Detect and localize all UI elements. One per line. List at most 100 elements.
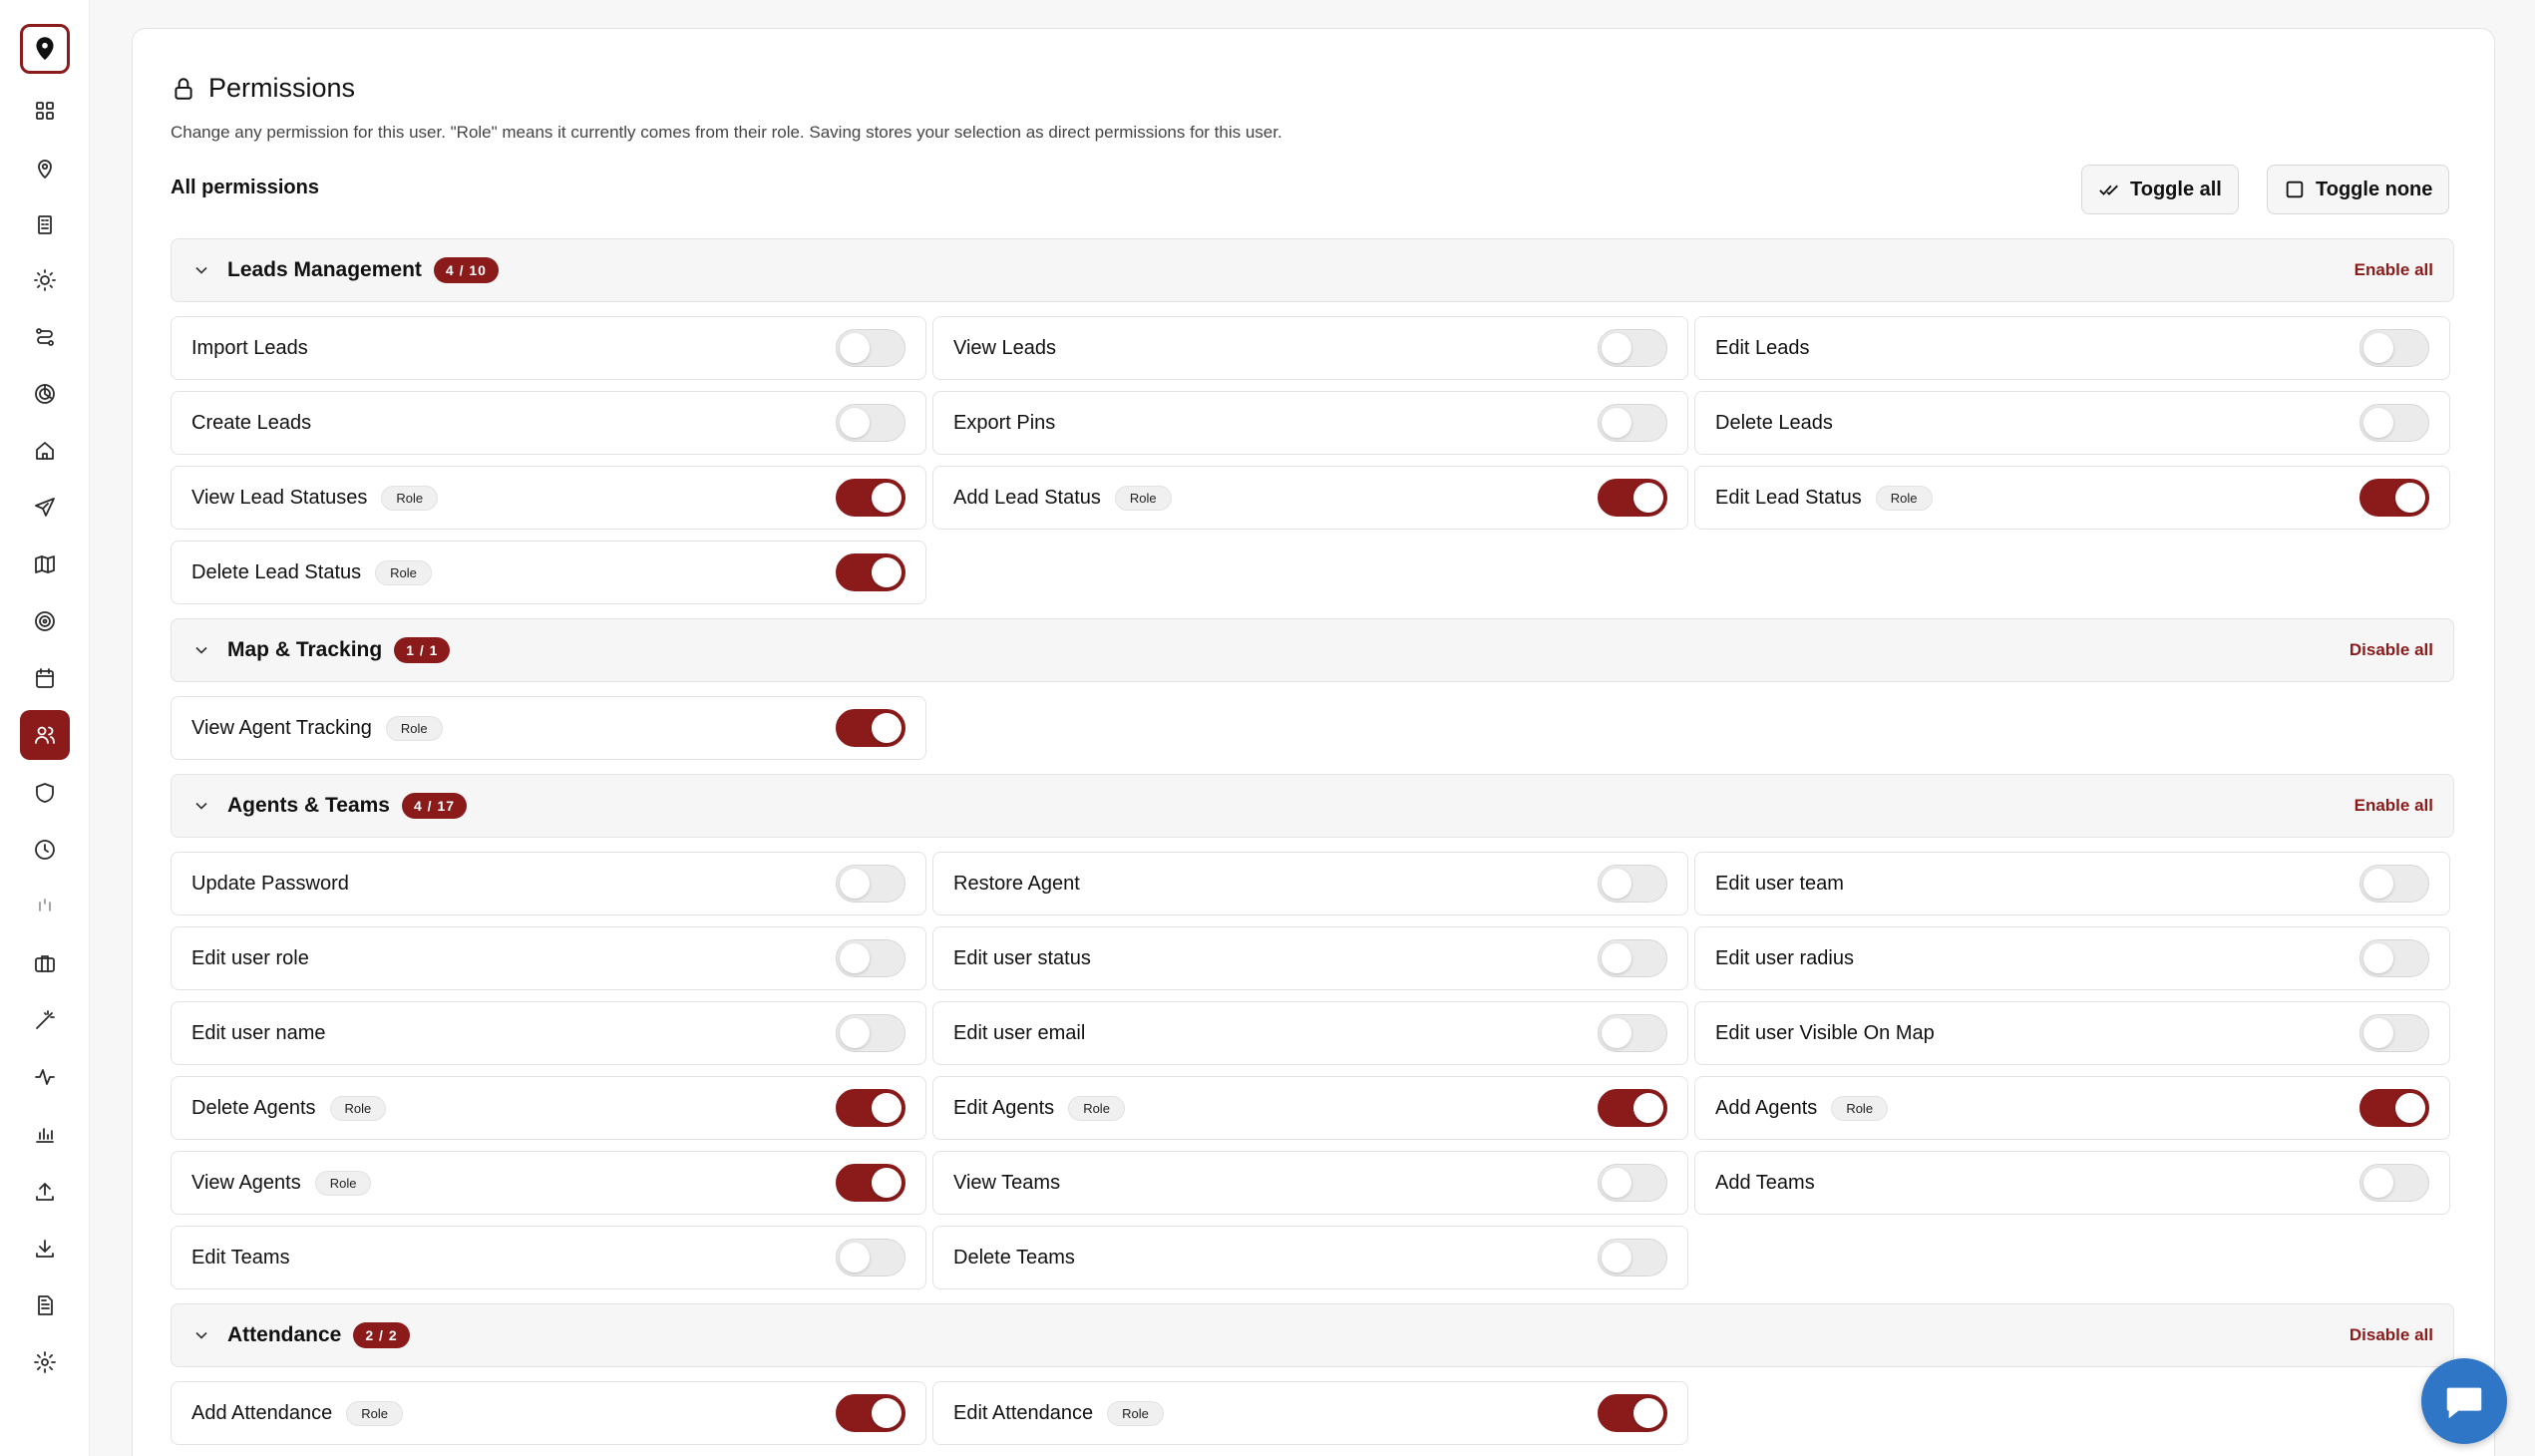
section-title: Attendance	[227, 1323, 342, 1346]
permission-label: Delete Leads	[1715, 411, 1833, 434]
toggle-knob	[1602, 1018, 1631, 1048]
permission-toggle[interactable]	[1598, 1014, 1667, 1052]
permissions-header: Permissions	[171, 73, 355, 104]
toggle-knob	[872, 483, 902, 513]
sidebar-item-settings[interactable]	[20, 1337, 70, 1387]
permission-toggle[interactable]	[836, 1394, 905, 1432]
sidebar-item-briefcase[interactable]	[20, 938, 70, 988]
toggle-all-label: Toggle all	[2130, 178, 2222, 200]
sidebar-item-target-spiral[interactable]	[20, 369, 70, 419]
sidebar-item-bar-chart[interactable]	[20, 1109, 70, 1159]
permission-row: Edit Leads	[1694, 316, 2450, 380]
clock-icon	[35, 840, 55, 860]
download-icon	[36, 1240, 54, 1258]
permission-label: Delete Teams	[953, 1246, 1075, 1269]
toggle-none-button[interactable]: Toggle none	[2267, 165, 2450, 214]
permission-toggle[interactable]	[836, 1014, 905, 1052]
sidebar-item-send[interactable]	[20, 483, 70, 533]
permission-toggle[interactable]	[1598, 939, 1667, 977]
permission-toggle[interactable]	[2359, 404, 2429, 442]
toggle-knob	[872, 1093, 902, 1123]
sidebar-item-calendar[interactable]	[20, 653, 70, 703]
section-toggle-link[interactable]: Enable all	[2354, 796, 2433, 816]
toggle-all-button[interactable]: Toggle all	[2081, 165, 2239, 214]
permission-toggle[interactable]	[836, 1089, 905, 1127]
toggle-knob	[2363, 333, 2393, 363]
toggle-knob	[2363, 1018, 2393, 1048]
permission-toggle[interactable]	[2359, 865, 2429, 903]
toggle-knob	[1602, 1168, 1631, 1198]
sidebar-item-route[interactable]	[20, 312, 70, 362]
permission-toggle[interactable]	[1598, 1239, 1667, 1276]
permission-row: View Lead Statuses Role	[171, 466, 926, 530]
permission-toggle[interactable]	[2359, 1089, 2429, 1127]
sidebar-item-upload[interactable]	[20, 1167, 70, 1217]
permission-toggle[interactable]	[1598, 865, 1667, 903]
permission-row: Delete Lead Status Role	[171, 541, 926, 604]
sidebar-item-home[interactable]	[20, 426, 70, 476]
permission-row: Delete Teams	[932, 1226, 1688, 1289]
sidebar-item-shield[interactable]	[20, 768, 70, 818]
permission-toggle[interactable]	[1598, 329, 1667, 367]
permission-row: View Agent Tracking Role	[171, 696, 926, 760]
permission-toggle[interactable]	[2359, 1014, 2429, 1052]
permission-label: Edit user team	[1715, 872, 1844, 895]
section-toggle-link[interactable]: Enable all	[2354, 260, 2433, 280]
permission-toggle[interactable]	[836, 329, 905, 367]
permission-toggle[interactable]	[836, 709, 905, 747]
toggle-knob	[1602, 408, 1631, 438]
permission-toggle[interactable]	[836, 404, 905, 442]
sidebar-item-bars-faded[interactable]	[20, 882, 70, 931]
permission-toggle[interactable]	[836, 939, 905, 977]
toggle-knob	[2363, 943, 2393, 973]
sidebar-item-target[interactable]	[20, 596, 70, 646]
section-header[interactable]: Agents & Teams 4 / 17 Enable all	[171, 774, 2454, 838]
sidebar-item-grid[interactable]	[20, 86, 70, 136]
role-badge: Role	[385, 715, 443, 741]
permission-toggle[interactable]	[836, 1239, 905, 1276]
sidebar-item-magic-wand[interactable]	[20, 995, 70, 1045]
permission-toggle[interactable]	[836, 553, 905, 591]
section-toggle-link[interactable]: Disable all	[2350, 640, 2433, 660]
permission-label: Edit user radius	[1715, 946, 1854, 969]
permission-toggle[interactable]	[2359, 479, 2429, 517]
permission-row: Add Agents Role	[1694, 1076, 2450, 1140]
sidebar-item-sun[interactable]	[20, 255, 70, 305]
section-toggle-link[interactable]: Disable all	[2350, 1325, 2433, 1345]
permission-toggle[interactable]	[1598, 1089, 1667, 1127]
sidebar-item-map-pin-logo[interactable]	[20, 24, 70, 74]
permission-toggle[interactable]	[2359, 1164, 2429, 1202]
permission-toggle[interactable]	[836, 479, 905, 517]
lock-icon	[175, 77, 192, 100]
sidebar-item-document[interactable]	[20, 1280, 70, 1330]
section-header[interactable]: Leads Management 4 / 10 Enable all	[171, 238, 2454, 302]
toggle-knob	[840, 869, 870, 899]
section-title: Agents & Teams	[227, 794, 390, 817]
section-header[interactable]: Attendance 2 / 2 Disable all	[171, 1303, 2454, 1367]
permission-label: Import Leads	[191, 336, 308, 359]
permission-toggle[interactable]	[2359, 939, 2429, 977]
sidebar-item-map[interactable]	[20, 540, 70, 589]
permission-toggle[interactable]	[1598, 404, 1667, 442]
sidebar-item-users[interactable]	[20, 710, 70, 760]
permission-row: Edit Lead Status Role	[1694, 466, 2450, 530]
sidebar-item-download[interactable]	[20, 1224, 70, 1274]
permission-toggle[interactable]	[836, 865, 905, 903]
chat-button[interactable]	[2421, 1358, 2507, 1444]
permission-toggle[interactable]	[836, 1164, 905, 1202]
toggle-knob	[872, 1398, 902, 1428]
sidebar-item-location[interactable]	[20, 144, 70, 193]
sidebar-item-clock[interactable]	[20, 825, 70, 875]
permission-toggle[interactable]	[2359, 329, 2429, 367]
permission-row: Create Leads	[171, 391, 926, 455]
permission-toggle[interactable]	[1598, 1164, 1667, 1202]
permission-label: View Agent Tracking	[191, 716, 372, 739]
permission-toggle[interactable]	[1598, 1394, 1667, 1432]
permission-row: Edit user radius	[1694, 926, 2450, 990]
permission-row: Delete Agents Role	[171, 1076, 926, 1140]
magic-wand-icon	[36, 1010, 55, 1029]
permission-toggle[interactable]	[1598, 479, 1667, 517]
sidebar-item-building[interactable]	[20, 199, 70, 249]
sidebar-item-activity[interactable]	[20, 1052, 70, 1102]
section-header[interactable]: Map & Tracking 1 / 1 Disable all	[171, 618, 2454, 682]
